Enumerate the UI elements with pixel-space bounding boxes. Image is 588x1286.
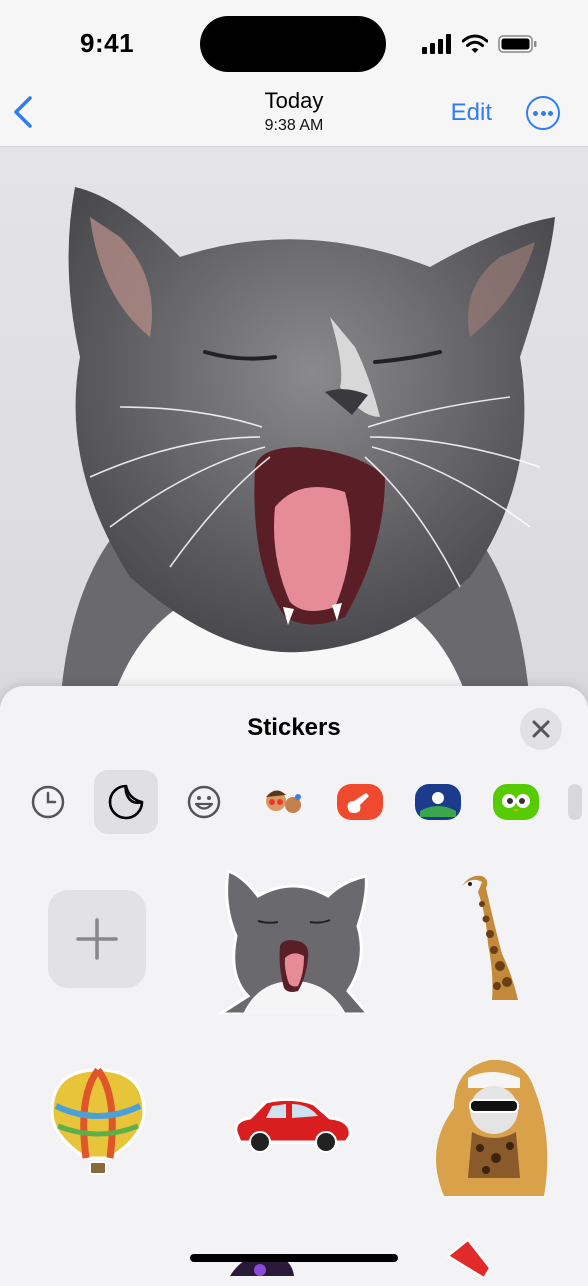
plus-icon	[76, 918, 118, 960]
dynamic-island	[200, 16, 386, 72]
hot-air-balloon-sticker[interactable]	[48, 1066, 148, 1178]
status-time: 9:41	[80, 28, 135, 58]
more-categories-icon[interactable]	[562, 770, 588, 834]
status-bar: 9:41	[0, 0, 588, 88]
close-icon	[532, 720, 550, 738]
home-indicator[interactable]	[190, 1254, 398, 1262]
more-options-icon[interactable]	[526, 96, 560, 130]
yawning-cat-image	[60, 187, 556, 707]
wifi-icon	[462, 34, 488, 53]
nav-subtitle: 9:38 AM	[264, 117, 324, 134]
sticker-category-bar	[0, 770, 588, 834]
partial-sticker-red[interactable]	[444, 1238, 494, 1278]
status-icons	[422, 32, 538, 56]
red-car-sticker[interactable]	[230, 1092, 356, 1156]
nav-title: Today	[264, 88, 324, 113]
cat-sticker[interactable]	[218, 866, 368, 1014]
duolingo-icon[interactable]	[484, 770, 548, 834]
recents-icon[interactable]	[16, 770, 80, 834]
giraffe-sticker[interactable]	[452, 874, 528, 1000]
memoji-icon[interactable]	[250, 770, 314, 834]
close-button[interactable]	[520, 708, 562, 750]
navigation-bar: Today 9:38 AM Edit	[0, 80, 588, 147]
stickers-icon[interactable]	[94, 770, 158, 834]
sheet-title: Stickers	[247, 714, 341, 741]
stickers-sheet: Stickers	[0, 686, 588, 1286]
edit-button[interactable]: Edit	[451, 99, 492, 127]
app-sticker-icon[interactable]	[406, 770, 470, 834]
emoji-icon[interactable]	[172, 770, 236, 834]
cat-in-hoodie-sticker[interactable]	[424, 1048, 556, 1196]
cellular-signal-icon	[422, 34, 451, 54]
garageband-icon[interactable]	[328, 770, 392, 834]
cat-photo[interactable]	[0, 147, 588, 707]
battery-icon	[498, 35, 537, 53]
add-sticker-button[interactable]	[48, 890, 146, 988]
